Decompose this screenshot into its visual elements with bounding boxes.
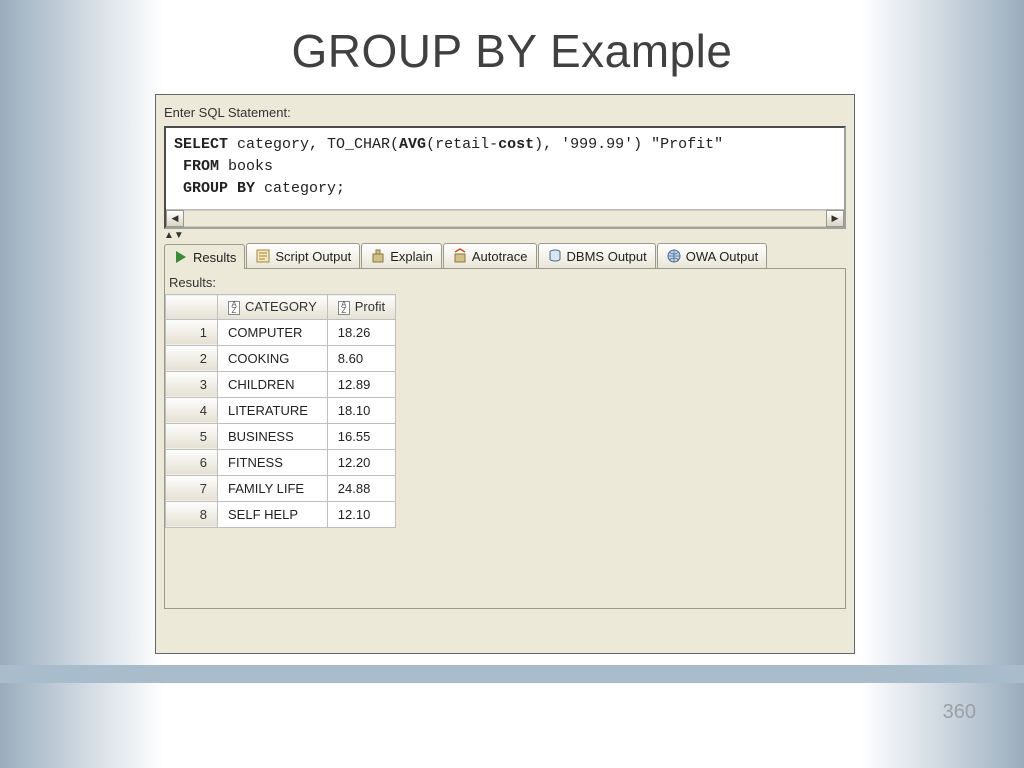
tab-results[interactable]: Results xyxy=(164,244,245,269)
table-row[interactable]: 8SELF HELP12.10 xyxy=(166,501,396,527)
sql-text[interactable]: SELECT category, TO_CHAR(AVG(retail-cost… xyxy=(174,134,836,199)
cell-profit[interactable]: 16.55 xyxy=(327,423,395,449)
tab-autotrace[interactable]: Autotrace xyxy=(443,243,537,268)
row-number[interactable]: 4 xyxy=(166,397,218,423)
cell-profit[interactable]: 18.10 xyxy=(327,397,395,423)
tab-label: OWA Output xyxy=(686,249,759,264)
grid-corner[interactable] xyxy=(166,295,218,320)
tab-owa-output[interactable]: OWA Output xyxy=(657,243,768,268)
play-icon xyxy=(173,249,189,265)
dbms-icon xyxy=(547,248,563,264)
sort-icon: AZ xyxy=(338,301,350,315)
col-label: Profit xyxy=(355,299,385,314)
cell-profit[interactable]: 8.60 xyxy=(327,345,395,371)
tab-label: Script Output xyxy=(275,249,351,264)
tab-label: Results xyxy=(193,250,236,265)
cell-category[interactable]: COMPUTER xyxy=(218,319,328,345)
splitter-handle[interactable]: ▲ ▼ xyxy=(164,229,846,241)
row-number[interactable]: 8 xyxy=(166,501,218,527)
results-pane: Results: AZCATEGORY AZProfit 1COMPUTER18… xyxy=(164,269,846,609)
owa-icon xyxy=(666,248,682,264)
tab-label: DBMS Output xyxy=(567,249,647,264)
table-row[interactable]: 2COOKING 8.60 xyxy=(166,345,396,371)
cell-category[interactable]: CHILDREN xyxy=(218,371,328,397)
sql-entry-label: Enter SQL Statement: xyxy=(156,95,854,126)
tab-label: Autotrace xyxy=(472,249,528,264)
table-row[interactable]: 1COMPUTER18.26 xyxy=(166,319,396,345)
col-header-category[interactable]: AZ CATEGORY xyxy=(218,295,328,320)
cell-profit[interactable]: 24.88 xyxy=(327,475,395,501)
table-row[interactable]: 7FAMILY LIFE24.88 xyxy=(166,475,396,501)
tab-explain[interactable]: Explain xyxy=(361,243,442,268)
col-label: CATEGORY xyxy=(245,299,317,314)
results-tabbar: Results Script Output Explain Autotrace … xyxy=(164,243,846,269)
row-number[interactable]: 6 xyxy=(166,449,218,475)
scroll-left-icon[interactable]: ◀ xyxy=(166,210,184,227)
script-icon xyxy=(255,248,271,264)
slide: GROUP BY Example Enter SQL Statement: SE… xyxy=(0,0,1024,768)
tab-dbms-output[interactable]: DBMS Output xyxy=(538,243,656,268)
cell-category[interactable]: FAMILY LIFE xyxy=(218,475,328,501)
cell-profit[interactable]: 12.89 xyxy=(327,371,395,397)
table-row[interactable]: 4LITERATURE18.10 xyxy=(166,397,396,423)
cell-category[interactable]: LITERATURE xyxy=(218,397,328,423)
scroll-right-icon[interactable]: ▶ xyxy=(826,210,844,227)
table-row[interactable]: 3CHILDREN12.89 xyxy=(166,371,396,397)
tab-script-output[interactable]: Script Output xyxy=(246,243,360,268)
splitter-up-icon[interactable]: ▲ xyxy=(164,231,174,241)
sql-editor[interactable]: SELECT category, TO_CHAR(AVG(retail-cost… xyxy=(164,126,846,229)
col-header-profit[interactable]: AZ Profit xyxy=(327,295,395,320)
table-row[interactable]: 6FITNESS12.20 xyxy=(166,449,396,475)
cell-profit[interactable]: 18.26 xyxy=(327,319,395,345)
slide-title: GROUP BY Example xyxy=(0,0,1024,90)
cell-category[interactable]: COOKING xyxy=(218,345,328,371)
row-number[interactable]: 3 xyxy=(166,371,218,397)
tab-label: Explain xyxy=(390,249,433,264)
table-row[interactable]: 5BUSINESS16.55 xyxy=(166,423,396,449)
row-number[interactable]: 1 xyxy=(166,319,218,345)
splitter-down-icon[interactable]: ▼ xyxy=(174,231,184,241)
autotrace-icon xyxy=(452,248,468,264)
results-grid[interactable]: AZCATEGORY AZProfit 1COMPUTER18.262COOKI… xyxy=(165,294,396,528)
page-number: 360 xyxy=(943,701,976,724)
scroll-track[interactable] xyxy=(184,210,826,227)
sort-icon: AZ xyxy=(228,301,240,315)
cell-category[interactable]: BUSINESS xyxy=(218,423,328,449)
cell-profit[interactable]: 12.10 xyxy=(327,501,395,527)
cell-profit[interactable]: 12.20 xyxy=(327,449,395,475)
explain-icon xyxy=(370,248,386,264)
horizontal-scrollbar[interactable]: ◀ ▶ xyxy=(166,209,844,227)
sql-developer-panel: Enter SQL Statement: SELECT category, TO… xyxy=(155,94,855,654)
row-number[interactable]: 2 xyxy=(166,345,218,371)
cell-category[interactable]: SELF HELP xyxy=(218,501,328,527)
row-number[interactable]: 5 xyxy=(166,423,218,449)
results-label: Results: xyxy=(165,269,845,294)
row-number[interactable]: 7 xyxy=(166,475,218,501)
cell-category[interactable]: FITNESS xyxy=(218,449,328,475)
